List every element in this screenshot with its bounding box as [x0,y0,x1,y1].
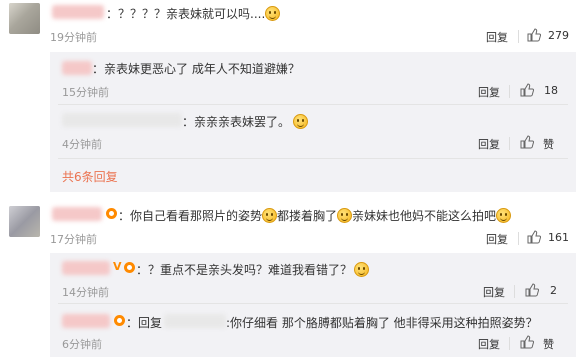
comment-text: ：？？？？亲表妹就可以吗.... [106,5,281,22]
divider [509,85,510,98]
separator [58,158,568,159]
username-blurred[interactable] [62,61,92,75]
member-badge-icon [124,262,135,273]
like-count: 279 [548,29,569,42]
username-blurred[interactable] [62,261,110,275]
smiley-emoji-icon [293,114,309,129]
reply-text: ：亲亲亲表妹罢了。 [182,113,309,130]
comment-time: 17分钟前 [50,233,97,246]
divider [518,232,519,245]
smiley-emoji-icon [337,208,353,223]
username-blurred[interactable] [62,314,110,328]
reply-text: ：？重点不是亲头发吗？难道我看错了？ [136,261,370,278]
reply-time: 4分钟前 [62,138,102,151]
like-button-label[interactable]: 赞 [543,336,554,352]
avatar[interactable] [9,3,40,34]
reply-time: 6分钟前 [62,338,102,351]
grinning-emoji-icon [354,262,370,277]
reply-time: 15分钟前 [62,86,109,99]
separator [58,104,568,105]
reply-button[interactable]: 回复 [478,336,500,352]
reply-button[interactable]: 回复 [478,84,500,100]
smiley-emoji-icon [265,6,281,21]
mentioned-username-blurred[interactable] [164,314,226,328]
comment-time: 19分钟前 [50,31,97,44]
avatar[interactable] [9,206,40,237]
reply-text: ：亲表妹更恶心了 成年人不知道避嫌？ [92,62,300,76]
thumbs-up-icon[interactable] [527,230,541,244]
comment-text: ：你自己看看那照片的姿势 都搂着胸了 亲妹妹也他妈不能这么拍吧 [118,207,512,224]
username-blurred[interactable] [52,5,104,19]
reply-text: :你仔细看 那个胳膊都贴着胸了 他非得采用这种拍照姿势？ [226,316,538,330]
thumbs-up-icon[interactable] [520,135,534,149]
thumbs-up-icon[interactable] [520,335,534,349]
reply-button[interactable]: 回复 [483,284,505,300]
reply-button[interactable]: 回复 [486,231,508,247]
divider [518,30,519,43]
reply-button[interactable]: 回复 [478,136,500,152]
like-button-label[interactable]: 赞 [543,136,554,152]
thumbs-up-icon[interactable] [520,83,534,97]
username-blurred[interactable] [62,113,182,127]
like-count: 2 [550,284,557,297]
like-count: 18 [544,84,558,97]
like-count: 161 [548,231,569,244]
divider [509,137,510,150]
thumbs-up-icon[interactable] [527,28,541,42]
separator [58,303,568,304]
reply-button[interactable]: 回复 [486,29,508,45]
member-badge-icon [114,315,125,326]
username-blurred[interactable] [52,207,102,221]
divider [509,337,510,350]
smiley-emoji-icon [496,208,512,223]
thumbs-up-icon[interactable] [525,283,539,297]
reply-time: 14分钟前 [62,286,109,299]
smiley-emoji-icon [262,208,278,223]
member-badge-icon [106,208,117,219]
more-replies-link[interactable]: 共6条回复 [62,168,118,185]
divider [514,285,515,298]
reply-text-prefix: ：回复 [126,316,163,330]
verified-badge-icon: V [113,260,122,273]
